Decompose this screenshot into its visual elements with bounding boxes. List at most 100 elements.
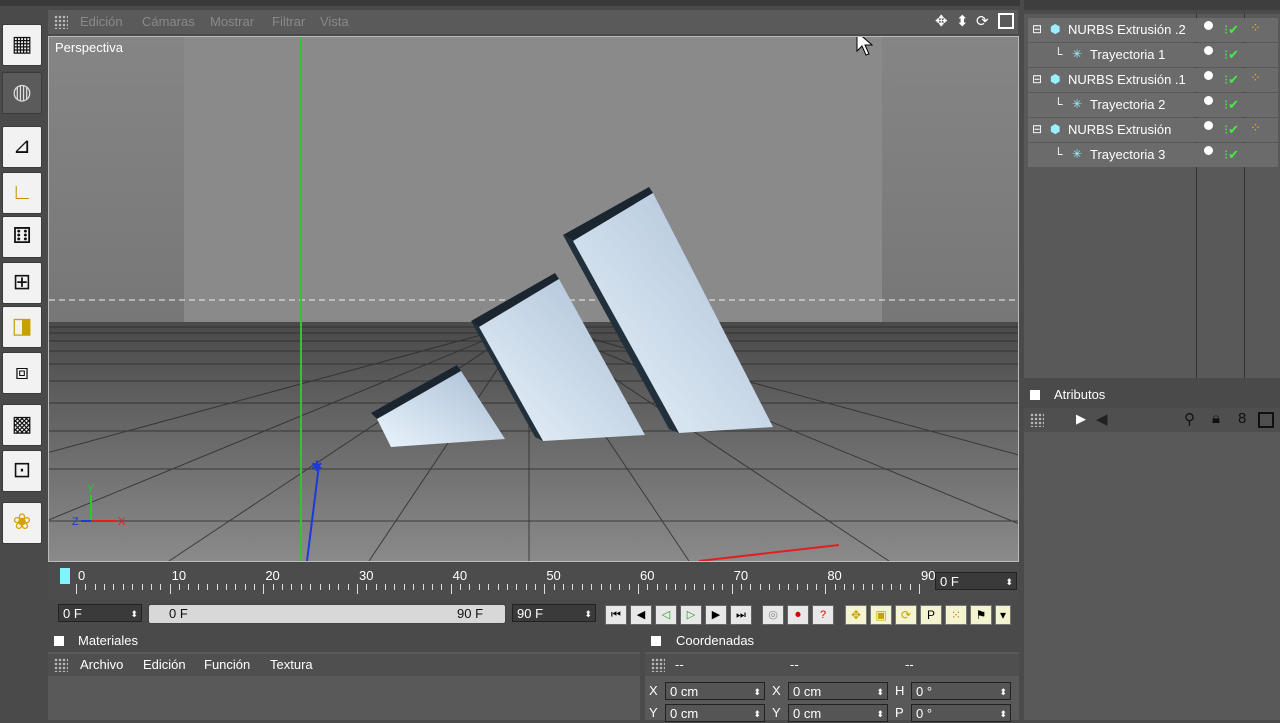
coord-value-field[interactable]: 0 ° ⬍	[911, 704, 1011, 722]
link-icon[interactable]: 8	[1238, 410, 1246, 427]
menu-mostrar[interactable]: Mostrar	[210, 14, 254, 29]
current-frame-field[interactable]: 0 F ⬍	[935, 572, 1017, 590]
menu-edicion[interactable]: Edición	[80, 14, 123, 29]
visibility-dot-icon[interactable]	[1204, 46, 1213, 55]
tree-branch-icon[interactable]: └	[1054, 97, 1063, 111]
spline-icon: ✳	[1072, 147, 1083, 161]
tree-branch-icon[interactable]: └	[1054, 147, 1063, 161]
points-key-icon[interactable]: ⁙	[945, 605, 967, 625]
menu-vista[interactable]: Vista	[320, 14, 349, 29]
goto-start-icon[interactable]: ⏮	[605, 605, 627, 625]
panel-checkbox[interactable]	[651, 636, 661, 646]
expand-toggle-icon[interactable]: ⊟	[1032, 122, 1042, 136]
expand-toggle-icon[interactable]: ⊟	[1032, 22, 1042, 36]
next-frame-icon[interactable]: ▶	[705, 605, 727, 625]
visibility-dot-icon[interactable]	[1204, 21, 1213, 30]
texture-mode-button[interactable]: ▩	[2, 404, 42, 446]
menu-camaras[interactable]: Cámaras	[142, 14, 195, 29]
panel-checkbox[interactable]	[54, 636, 64, 646]
range-slider[interactable]: 0 F 90 F	[148, 604, 506, 624]
new-panel-icon[interactable]	[1258, 412, 1274, 428]
workplane-button[interactable]: ⊡	[2, 450, 42, 492]
coordinates-title: Coordenadas	[676, 633, 755, 648]
maximize-view-icon[interactable]	[998, 13, 1014, 29]
key-menu-icon[interactable]: ▾	[995, 605, 1011, 625]
visibility-dot-icon[interactable]	[1204, 121, 1213, 130]
end-frame-field[interactable]: 90 F ⬍	[512, 604, 596, 622]
object-row[interactable]: ⊟ ⬢ NURBS Extrusión .1 ⁝✔ ⁘	[1028, 68, 1278, 92]
expand-toggle-icon[interactable]: ⊟	[1032, 72, 1042, 86]
menu-filtrar[interactable]: Filtrar	[272, 14, 305, 29]
enabled-check-icon[interactable]: ⁝✔	[1224, 97, 1239, 113]
play-forward-icon[interactable]: ▷	[680, 605, 702, 625]
back-arrow-icon[interactable]: ◀	[1096, 410, 1108, 428]
grip-icon[interactable]	[651, 658, 665, 672]
forward-arrow-icon[interactable]: ▶	[1076, 411, 1086, 427]
enabled-check-icon[interactable]: ⁝✔	[1224, 22, 1239, 38]
object-axis2-button[interactable]: ∟	[2, 172, 42, 214]
coord-value-field[interactable]: 0 ° ⬍	[911, 682, 1011, 700]
move-key-icon[interactable]: ✥	[845, 605, 867, 625]
tag-icon[interactable]: ⁘	[1250, 120, 1261, 136]
help-keys-icon[interactable]: ?	[812, 605, 834, 625]
record-keys-icon[interactable]: ◎	[762, 605, 784, 625]
pla-key-icon[interactable]: ⚑	[970, 605, 992, 625]
visibility-dot-icon[interactable]	[1204, 96, 1213, 105]
enabled-check-icon[interactable]: ⁝✔	[1224, 72, 1239, 88]
tree-branch-icon[interactable]: └	[1054, 47, 1063, 61]
materials-menu-edicion[interactable]: Edición	[143, 657, 186, 672]
param-key-icon[interactable]: P	[920, 605, 942, 625]
prev-frame-icon[interactable]: ◀	[630, 605, 652, 625]
edges-mode-button[interactable]: ⊞	[2, 262, 42, 304]
object-row[interactable]: ⊟ ⬢ NURBS Extrusión ⁝✔ ⁘	[1028, 118, 1278, 142]
visibility-dot-icon[interactable]	[1204, 146, 1213, 155]
coord-value-field[interactable]: 0 cm ⬍	[788, 682, 888, 700]
start-frame-field[interactable]: 0 F ⬍	[58, 604, 142, 622]
layout-button[interactable]: ▦	[2, 24, 42, 66]
object-row[interactable]: └ ✳ Trayectoria 1 ⁝✔	[1028, 43, 1278, 67]
timeline-ruler[interactable]: 0 10 20 30 40 50 60 70 80 90 0 F ⬍	[48, 564, 1018, 600]
zoom-view-icon[interactable]: ⬍	[956, 12, 969, 30]
object-row[interactable]: ⊟ ⬢ NURBS Extrusión .2 ⁝✔ ⁘	[1028, 18, 1278, 42]
scale-key-icon[interactable]: ▣	[870, 605, 892, 625]
coord-value-field[interactable]: 0 cm ⬍	[665, 682, 765, 700]
model-mode-button[interactable]: ◍	[2, 72, 42, 114]
lock-icon[interactable]: 🔒︎	[1212, 410, 1220, 427]
timeline-tick	[909, 584, 911, 590]
object-axis-button[interactable]: ⊿	[2, 126, 42, 168]
coord-value-field[interactable]: 0 cm ⬍	[788, 704, 888, 722]
enabled-check-icon[interactable]: ⁝✔	[1224, 47, 1239, 63]
perspective-viewport[interactable]: ✱ Y X Z Perspectiva	[48, 36, 1019, 562]
tweak-mode-button[interactable]: ❀	[2, 502, 42, 544]
rotate-key-icon[interactable]: ⟳	[895, 605, 917, 625]
timeline-tick	[403, 584, 405, 590]
visibility-dot-icon[interactable]	[1204, 71, 1213, 80]
points-mode-button[interactable]: ⚅	[2, 216, 42, 258]
play-backward-icon[interactable]: ◁	[655, 605, 677, 625]
uv-points-button[interactable]: ⧈	[2, 352, 42, 394]
tag-icon[interactable]: ⁘	[1250, 70, 1261, 86]
grip-icon[interactable]	[54, 15, 68, 29]
goto-end-icon[interactable]: ⏭	[730, 605, 752, 625]
panel-checkbox[interactable]	[1030, 390, 1040, 400]
autokey-icon[interactable]: ⏺	[787, 605, 809, 625]
search-icon[interactable]: ⚲	[1184, 410, 1195, 428]
materials-menu-funcion[interactable]: Función	[204, 657, 250, 672]
materials-menu-textura[interactable]: Textura	[270, 657, 313, 672]
grip-icon[interactable]	[1030, 413, 1044, 427]
object-manager-menubar	[1024, 0, 1280, 10]
timeline-tick	[825, 584, 827, 594]
materials-menu-archivo[interactable]: Archivo	[80, 657, 123, 672]
timeline-playhead[interactable]	[60, 568, 70, 584]
rotate-view-icon[interactable]: ⟳	[976, 12, 989, 30]
enabled-check-icon[interactable]: ⁝✔	[1224, 122, 1239, 138]
timeline-tick	[516, 584, 518, 590]
move-view-icon[interactable]: ✥	[935, 12, 948, 30]
object-row[interactable]: └ ✳ Trayectoria 3 ⁝✔	[1028, 143, 1278, 167]
polygons-mode-button[interactable]: ◨	[2, 306, 42, 348]
tag-icon[interactable]: ⁘	[1250, 20, 1261, 36]
object-row[interactable]: └ ✳ Trayectoria 2 ⁝✔	[1028, 93, 1278, 117]
coord-value-field[interactable]: 0 cm ⬍	[665, 704, 765, 722]
enabled-check-icon[interactable]: ⁝✔	[1224, 147, 1239, 163]
grip-icon[interactable]	[54, 658, 68, 672]
